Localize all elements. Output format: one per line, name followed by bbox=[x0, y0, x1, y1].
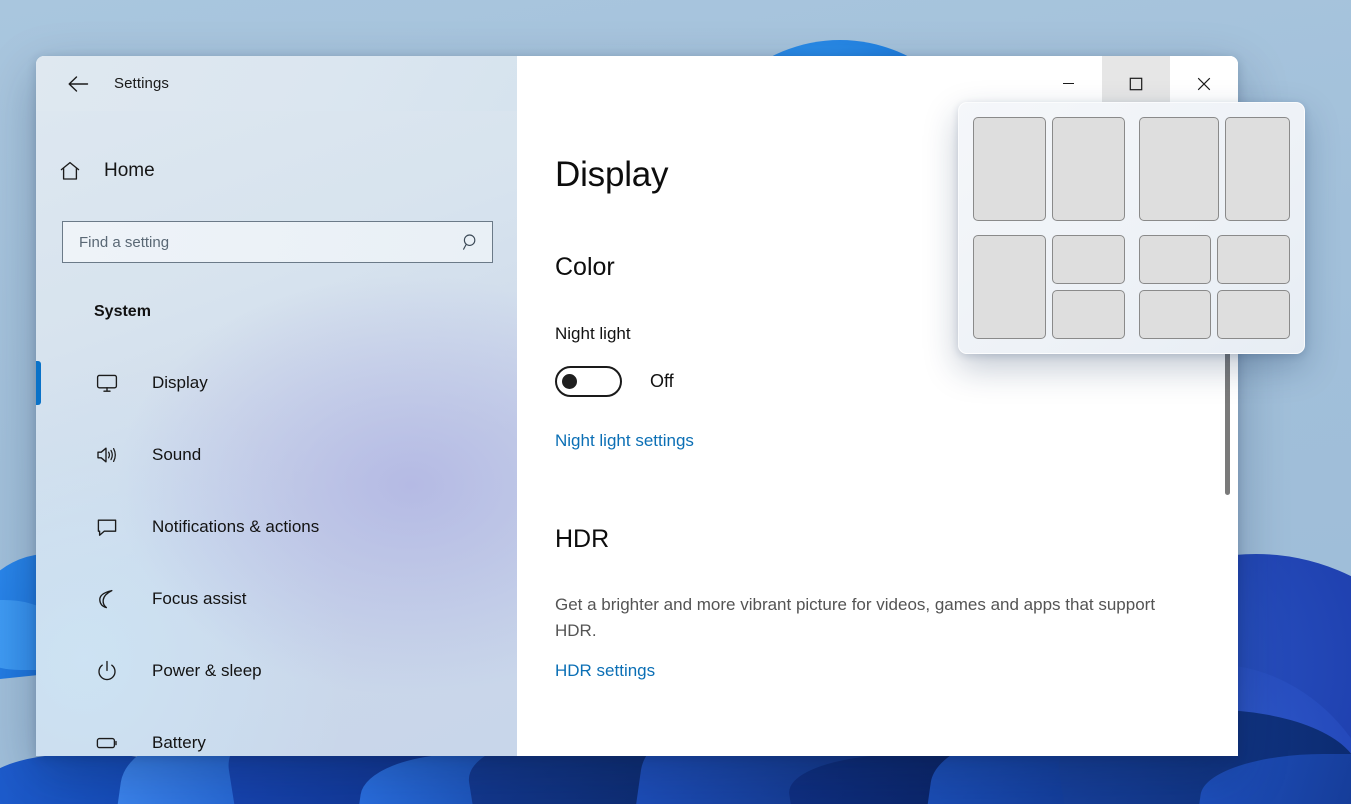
night-light-toggle-row: Off bbox=[555, 366, 1238, 397]
toggle-knob bbox=[562, 374, 577, 389]
night-light-toggle[interactable] bbox=[555, 366, 622, 397]
hdr-settings-link[interactable]: HDR settings bbox=[555, 661, 655, 681]
monitor-icon bbox=[94, 371, 120, 395]
battery-icon bbox=[94, 731, 120, 755]
back-arrow-icon bbox=[67, 75, 89, 93]
chat-bubble-icon bbox=[94, 515, 120, 539]
hdr-description: Get a brighter and more vibrant picture … bbox=[555, 592, 1195, 645]
sidebar-item-display-label: Display bbox=[152, 373, 208, 393]
close-icon bbox=[1197, 77, 1211, 91]
snap-layouts-flyout bbox=[958, 102, 1305, 354]
night-light-settings-link[interactable]: Night light settings bbox=[555, 431, 694, 451]
snap-layout-two-columns-wide-left[interactable] bbox=[1139, 117, 1291, 221]
maximize-icon bbox=[1129, 77, 1143, 91]
sidebar-item-battery[interactable]: Battery bbox=[36, 707, 517, 756]
search-box[interactable] bbox=[62, 221, 493, 263]
sidebar-item-sound[interactable]: Sound bbox=[36, 419, 517, 491]
sidebar-item-power-sleep[interactable]: Power & sleep bbox=[36, 635, 517, 707]
sidebar-nav-list: Display Sound bbox=[36, 347, 517, 756]
snap-layout-four-quadrants[interactable] bbox=[1139, 235, 1291, 339]
sidebar-item-sound-label: Sound bbox=[152, 445, 201, 465]
sidebar-item-notifications-label: Notifications & actions bbox=[152, 517, 319, 537]
sidebar-item-focus-assist[interactable]: Focus assist bbox=[36, 563, 517, 635]
sidebar-item-home[interactable]: Home bbox=[36, 147, 517, 195]
speaker-icon bbox=[94, 443, 120, 467]
window-title: Settings bbox=[114, 75, 169, 92]
sidebar-item-battery-label: Battery bbox=[152, 733, 206, 753]
search-input[interactable] bbox=[79, 234, 462, 251]
title-bar-left: Settings bbox=[36, 56, 517, 111]
scale-and-layout-heading: Scale and layout bbox=[555, 753, 1238, 756]
sidebar-item-notifications[interactable]: Notifications & actions bbox=[36, 491, 517, 563]
sidebar-item-focus-assist-label: Focus assist bbox=[152, 589, 246, 609]
moon-icon bbox=[94, 587, 120, 611]
back-button[interactable] bbox=[58, 68, 98, 100]
sidebar-item-home-label: Home bbox=[104, 160, 155, 182]
search-icon[interactable] bbox=[462, 233, 480, 251]
night-light-state: Off bbox=[650, 371, 674, 392]
home-icon bbox=[58, 159, 82, 183]
snap-layout-left-large-right-stacked[interactable] bbox=[973, 235, 1125, 339]
sidebar-group-heading: System bbox=[94, 303, 517, 321]
sidebar-item-power-sleep-label: Power & sleep bbox=[152, 661, 262, 681]
power-icon bbox=[94, 659, 120, 683]
minimize-icon bbox=[1062, 77, 1075, 90]
hdr-section-heading: HDR bbox=[555, 525, 1238, 554]
snap-layout-two-equal-columns[interactable] bbox=[973, 117, 1125, 221]
sidebar: Home System Disp bbox=[36, 111, 517, 756]
sidebar-item-display[interactable]: Display bbox=[36, 347, 517, 419]
